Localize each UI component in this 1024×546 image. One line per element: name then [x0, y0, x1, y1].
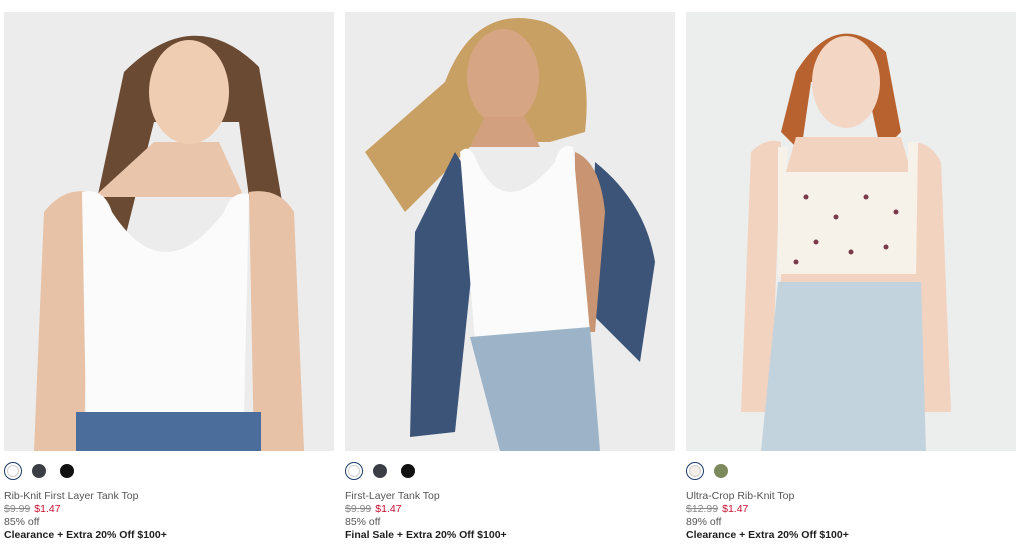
- product-photo: [345, 12, 675, 451]
- product-card: Rib-Knit First Layer Tank Top $9.99 $1.47…: [4, 0, 334, 546]
- product-image-link[interactable]: [686, 12, 1016, 451]
- product-name-link[interactable]: Ultra-Crop Rib-Knit Top: [686, 490, 794, 502]
- product-card: Ultra-Crop Rib-Knit Top $12.99 $1.47 89% …: [686, 0, 1016, 546]
- product-photo: [686, 12, 1016, 451]
- price-row: $12.99 $1.47: [686, 503, 748, 515]
- white-swatch[interactable]: [4, 462, 22, 480]
- product-name-link[interactable]: First-Layer Tank Top: [345, 490, 440, 502]
- sale-price: $1.47: [722, 503, 749, 515]
- sale-price: $1.47: [34, 503, 61, 515]
- swatch-color: [348, 465, 360, 477]
- charcoal-swatch[interactable]: [373, 464, 387, 478]
- price-row: $9.99 $1.47: [4, 503, 61, 515]
- original-price: $9.99: [4, 503, 31, 515]
- product-grid: Rib-Knit First Layer Tank Top $9.99 $1.47…: [0, 0, 1024, 546]
- charcoal-swatch[interactable]: [32, 464, 46, 478]
- promo-text: Clearance + Extra 20% Off $100+: [686, 529, 849, 541]
- color-swatches: [686, 461, 740, 481]
- product-card: First-Layer Tank Top $9.99 $1.47 85% off …: [345, 0, 675, 546]
- product-image-link[interactable]: [345, 12, 675, 451]
- product-name-link[interactable]: Rib-Knit First Layer Tank Top: [4, 490, 138, 502]
- promo-text: Clearance + Extra 20% Off $100+: [4, 529, 167, 541]
- color-swatches: [4, 461, 86, 481]
- sale-price: $1.47: [375, 503, 402, 515]
- original-price: $12.99: [686, 503, 719, 515]
- floral-print-swatch[interactable]: [686, 462, 704, 480]
- original-price: $9.99: [345, 503, 372, 515]
- discount-percent: 89% off: [686, 516, 722, 528]
- price-row: $9.99 $1.47: [345, 503, 402, 515]
- swatch-color: [373, 464, 387, 478]
- product-photo: [4, 12, 334, 451]
- discount-percent: 85% off: [345, 516, 381, 528]
- black-swatch[interactable]: [60, 464, 74, 478]
- olive-swatch[interactable]: [714, 464, 728, 478]
- swatch-color: [60, 464, 74, 478]
- promo-text: Final Sale + Extra 20% Off $100+: [345, 529, 507, 541]
- discount-percent: 85% off: [4, 516, 40, 528]
- swatch-color: [32, 464, 46, 478]
- black-swatch[interactable]: [401, 464, 415, 478]
- swatch-color: [714, 464, 728, 478]
- swatch-color: [7, 465, 19, 477]
- color-swatches: [345, 461, 427, 481]
- swatch-color: [401, 464, 415, 478]
- swatch-color: [689, 465, 701, 477]
- product-image-link[interactable]: [4, 12, 334, 451]
- white-swatch[interactable]: [345, 462, 363, 480]
